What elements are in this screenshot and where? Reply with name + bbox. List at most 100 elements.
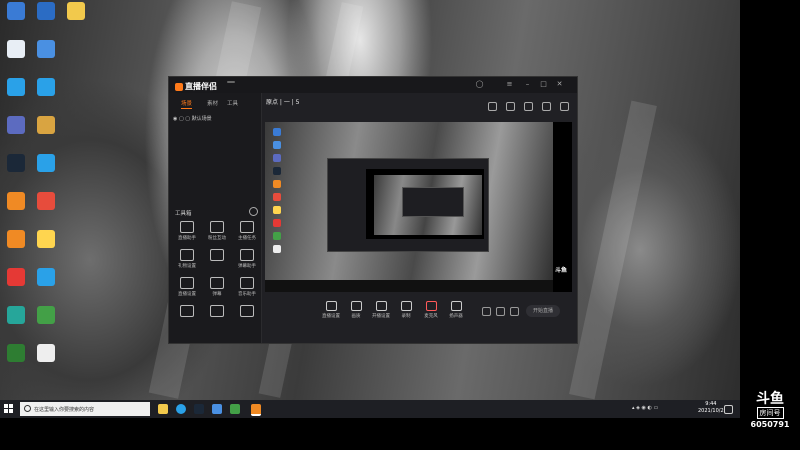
desktop-app-icon: [67, 2, 85, 20]
tool-item[interactable]: 弹幕: [203, 277, 231, 297]
control-icon: [425, 301, 437, 311]
steam-icon[interactable]: [194, 404, 204, 414]
control-label: 录制: [401, 314, 411, 319]
preview-panel: 原点 | 一 | 5 斗鱼 直播设置 画质 开播设置 录制 麦克风 扬声器 开始…: [262, 93, 577, 343]
gift-icon[interactable]: [524, 102, 534, 111]
toolbox-settings-icon[interactable]: [249, 207, 258, 216]
desktop-app-icon: [7, 116, 25, 134]
tool-label: 弹幕助手: [238, 264, 256, 269]
desktop-icon[interactable]: [32, 154, 60, 173]
control-label: 扬声器: [449, 314, 463, 319]
scene-row[interactable]: ◉ ▢ ▢ 默认场景: [173, 115, 212, 122]
desktop-icon[interactable]: [2, 2, 30, 21]
tool-icon: [240, 221, 254, 233]
desktop-icon[interactable]: [32, 2, 60, 21]
desktop-icon[interactable]: [32, 40, 60, 59]
control-4[interactable]: 麦克风: [418, 301, 444, 319]
tool-item[interactable]: [203, 305, 231, 319]
tool-item[interactable]: 礼物设置: [173, 249, 201, 269]
browser-icon[interactable]: [176, 404, 186, 414]
tool-label: 直播设置: [178, 292, 196, 297]
control-3[interactable]: 录制: [393, 301, 419, 319]
user-avatar-icon[interactable]: ◯: [475, 80, 484, 89]
control-1[interactable]: 画质: [343, 301, 369, 319]
settings-icon[interactable]: [510, 307, 519, 316]
desktop-icon[interactable]: [2, 192, 30, 211]
desktop-app-icon: [7, 154, 25, 172]
control-icon: [350, 301, 362, 311]
start-live-button[interactable]: 开始直播: [526, 305, 560, 317]
stream-preview[interactable]: 斗鱼: [265, 122, 572, 292]
tool-item[interactable]: [233, 305, 261, 319]
maximize-icon[interactable]: □: [539, 80, 548, 89]
desktop-icon[interactable]: [32, 78, 60, 97]
control-icon: [450, 301, 462, 311]
desktop-icon[interactable]: [2, 154, 30, 173]
record-icon[interactable]: [496, 307, 505, 316]
tab-scene[interactable]: 场景: [181, 99, 193, 109]
desktop-icon[interactable]: [62, 2, 90, 21]
tool-item[interactable]: 直播设置: [173, 277, 201, 297]
close-icon[interactable]: ✕: [555, 80, 564, 89]
desktop-icon[interactable]: [32, 344, 60, 363]
tray-icons[interactable]: ▴ ◈ ◉ ◐ ▭: [632, 405, 658, 411]
tool-label: 礼物设置: [178, 264, 196, 269]
tab-material[interactable]: 素材: [207, 99, 218, 107]
share-icon[interactable]: [560, 102, 569, 111]
notification-icon[interactable]: [724, 405, 733, 414]
preview-icon: [273, 219, 281, 227]
preview-watermark-logo: 斗鱼: [554, 267, 567, 274]
preview-watermark: 斗鱼: [552, 267, 570, 274]
desktop-icon[interactable]: [2, 344, 30, 363]
tool-item[interactable]: 粉丝互动: [203, 221, 231, 241]
tool-icon: [240, 277, 254, 289]
tool-item[interactable]: 主播任务: [233, 221, 261, 241]
tool-item[interactable]: [173, 305, 201, 319]
tool-item[interactable]: 音乐助手: [233, 277, 261, 297]
control-label: 直播设置: [322, 314, 340, 319]
chat-icon[interactable]: [212, 404, 222, 414]
cart-icon[interactable]: [488, 102, 498, 111]
tool-item[interactable]: 直播助手: [173, 221, 201, 241]
camera-icon[interactable]: [482, 307, 491, 316]
windows-start-icon[interactable]: [4, 404, 14, 414]
tool-item[interactable]: [203, 249, 231, 263]
desktop-icon[interactable]: [32, 230, 60, 249]
preview-icon: [273, 206, 281, 214]
live-companion-window[interactable]: 直播伴侣 ◯ ≡ – □ ✕ 场景 素材 工具 ◉ ▢ ▢ 默认场景 工具箱 直…: [168, 76, 578, 344]
start-quad: [9, 404, 13, 408]
control-2[interactable]: 开播设置: [368, 301, 394, 319]
desktop-icon[interactable]: [32, 268, 60, 287]
tab-tools[interactable]: 工具: [227, 99, 238, 107]
desktop-icon[interactable]: [2, 306, 30, 325]
menu-icon[interactable]: ≡: [505, 80, 514, 89]
minimize-icon[interactable]: –: [523, 80, 532, 89]
file-explorer-icon[interactable]: [158, 404, 168, 414]
desktop-icon[interactable]: [2, 78, 30, 97]
preview-desktop: [265, 122, 553, 280]
control-label: 画质: [351, 314, 361, 319]
lock-icon[interactable]: [506, 102, 516, 111]
desktop-app-icon: [37, 230, 55, 248]
desktop-icon[interactable]: [2, 268, 30, 287]
preview-nested-canvas: [366, 169, 484, 239]
bell-icon[interactable]: [542, 102, 552, 111]
desktop-icon[interactable]: [32, 116, 60, 135]
live-companion-taskbar-icon[interactable]: [251, 404, 261, 416]
stream-title[interactable]: 原点 | 一 | 5: [266, 97, 300, 106]
desktop-icon[interactable]: [2, 230, 30, 249]
control-0[interactable]: 直播设置: [318, 301, 344, 319]
clock[interactable]: 9:44 2021/10/2: [698, 401, 724, 415]
tool-item[interactable]: 弹幕助手: [233, 249, 261, 269]
taskbar-search[interactable]: 在这里输入你要搜索的内容: [20, 402, 150, 416]
wechat-icon[interactable]: [230, 404, 240, 414]
desktop-icon[interactable]: [2, 40, 30, 59]
tool-icon: [180, 249, 194, 261]
control-5[interactable]: 扬声器: [443, 301, 469, 319]
douyu-logo: 斗鱼: [756, 391, 784, 407]
window-titlebar[interactable]: 直播伴侣 ◯ ≡ – □ ✕: [169, 77, 577, 93]
desktop-icon[interactable]: [32, 306, 60, 325]
search-placeholder: 在这里输入你要搜索的内容: [34, 407, 95, 413]
desktop-icon[interactable]: [2, 116, 30, 135]
desktop-icon[interactable]: [32, 192, 60, 211]
